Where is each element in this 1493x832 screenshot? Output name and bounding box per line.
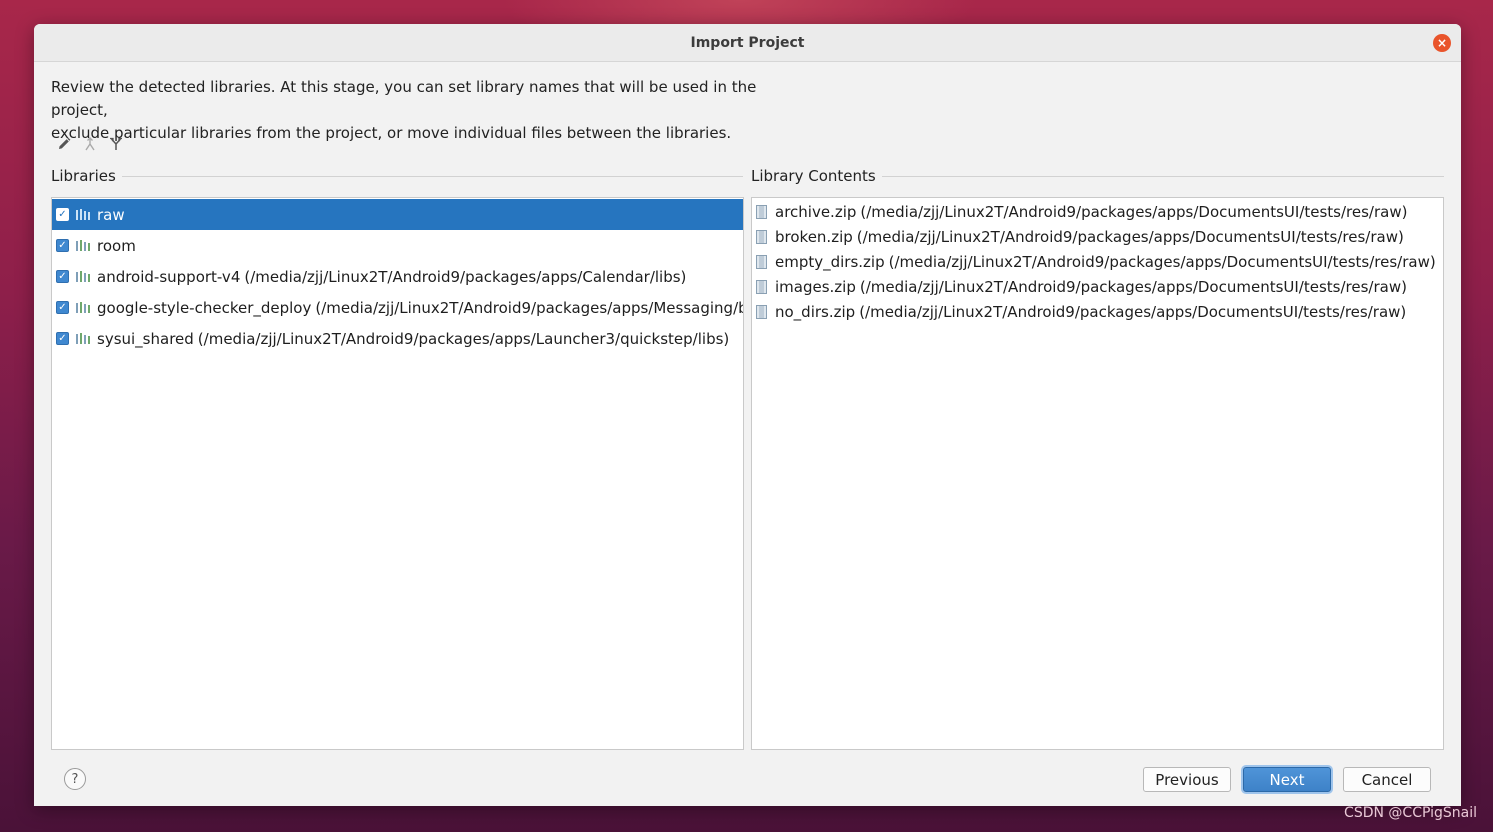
- file-name: empty_dirs.zip: [775, 252, 885, 271]
- previous-button[interactable]: Previous: [1143, 767, 1231, 792]
- library-name: sysui_shared: [97, 329, 194, 348]
- file-path: (/media/zjj/Linux2T/Android9/packages/ap…: [859, 277, 1407, 296]
- merge-button[interactable]: [82, 136, 98, 152]
- edit-icon: [59, 137, 71, 149]
- content-row-no-dirs-zip[interactable]: no_dirs.zip (/media/zjj/Linux2T/Android9…: [752, 299, 1443, 324]
- contents-label: Library Contents: [751, 167, 876, 185]
- watermark-text: CSDN @CCPigSnail: [1344, 805, 1477, 821]
- library-row-raw[interactable]: ✓ raw: [52, 199, 743, 230]
- dialog-description: Review the detected libraries. At this s…: [51, 76, 811, 145]
- close-button[interactable]: ×: [1433, 34, 1451, 52]
- library-icon: [76, 271, 90, 282]
- edit-button[interactable]: [56, 136, 72, 152]
- contents-divider: [881, 175, 1444, 177]
- file-name: no_dirs.zip: [775, 302, 856, 321]
- library-toolbar: [56, 134, 124, 154]
- library-path: (/media/zjj/Linux2T/Android9/packages/ap…: [315, 298, 743, 317]
- content-row-archive-zip[interactable]: archive.zip (/media/zjj/Linux2T/Android9…: [752, 199, 1443, 224]
- library-path: (/media/zjj/Linux2T/Android9/packages/ap…: [197, 329, 730, 348]
- archive-file-icon: [756, 254, 767, 269]
- content-row-images-zip[interactable]: images.zip (/media/zjj/Linux2T/Android9/…: [752, 274, 1443, 299]
- close-icon: ×: [1436, 36, 1448, 50]
- split-icon: [110, 137, 122, 150]
- library-icon: [76, 240, 90, 251]
- archive-file-icon: [756, 279, 767, 294]
- libraries-list[interactable]: ✓ raw ✓ room ✓ android-support-v4 (/medi…: [51, 197, 744, 750]
- file-path: (/media/zjj/Linux2T/Android9/packages/ap…: [856, 227, 1404, 246]
- file-path: (/media/zjj/Linux2T/Android9/packages/ap…: [860, 202, 1408, 221]
- split-button[interactable]: [108, 136, 124, 152]
- library-icon: [76, 209, 90, 220]
- library-name: raw: [97, 205, 125, 224]
- file-path: (/media/zjj/Linux2T/Android9/packages/ap…: [859, 302, 1407, 321]
- dialog-title: Import Project: [690, 34, 805, 51]
- libraries-divider: [121, 175, 743, 177]
- library-name: room: [97, 236, 136, 255]
- library-row-sysui-shared[interactable]: ✓ sysui_shared (/media/zjj/Linux2T/Andro…: [52, 323, 743, 354]
- file-name: broken.zip: [775, 227, 853, 246]
- library-icon: [76, 333, 90, 344]
- library-icon: [76, 302, 90, 313]
- archive-file-icon: [756, 304, 767, 319]
- library-row-google-style-checker-deploy[interactable]: ✓ google-style-checker_deploy (/media/zj…: [52, 292, 743, 323]
- library-checkbox[interactable]: ✓: [56, 301, 69, 314]
- file-path: (/media/zjj/Linux2T/Android9/packages/ap…: [888, 252, 1436, 271]
- description-line-1: Review the detected libraries. At this s…: [51, 78, 757, 119]
- file-name: images.zip: [775, 277, 856, 296]
- help-button[interactable]: ?: [64, 768, 86, 790]
- archive-file-icon: [756, 229, 767, 244]
- library-contents-list[interactable]: archive.zip (/media/zjj/Linux2T/Android9…: [751, 197, 1444, 750]
- import-project-dialog: Import Project × Review the detected lib…: [34, 24, 1461, 806]
- title-bar[interactable]: Import Project ×: [34, 24, 1461, 62]
- library-checkbox[interactable]: ✓: [56, 332, 69, 345]
- archive-file-icon: [756, 204, 767, 219]
- description-line-2: exclude particular libraries from the pr…: [51, 124, 732, 142]
- merge-icon: [85, 137, 95, 151]
- contents-section-header: Library Contents: [751, 167, 1444, 185]
- next-button[interactable]: Next: [1243, 767, 1331, 792]
- content-row-broken-zip[interactable]: broken.zip (/media/zjj/Linux2T/Android9/…: [752, 224, 1443, 249]
- library-checkbox[interactable]: ✓: [56, 270, 69, 283]
- library-name: android-support-v4: [97, 267, 241, 286]
- library-checkbox[interactable]: ✓: [56, 208, 69, 221]
- library-name: google-style-checker_deploy: [97, 298, 312, 317]
- library-row-android-support-v4[interactable]: ✓ android-support-v4 (/media/zjj/Linux2T…: [52, 261, 743, 292]
- file-name: archive.zip: [775, 202, 857, 221]
- library-row-room[interactable]: ✓ room: [52, 230, 743, 261]
- cancel-button[interactable]: Cancel: [1343, 767, 1431, 792]
- help-icon: ?: [71, 771, 79, 787]
- library-path: (/media/zjj/Linux2T/Android9/packages/ap…: [244, 267, 687, 286]
- content-row-empty-dirs-zip[interactable]: empty_dirs.zip (/media/zjj/Linux2T/Andro…: [752, 249, 1443, 274]
- libraries-label: Libraries: [51, 167, 116, 185]
- libraries-section-header: Libraries: [51, 167, 743, 185]
- library-checkbox[interactable]: ✓: [56, 239, 69, 252]
